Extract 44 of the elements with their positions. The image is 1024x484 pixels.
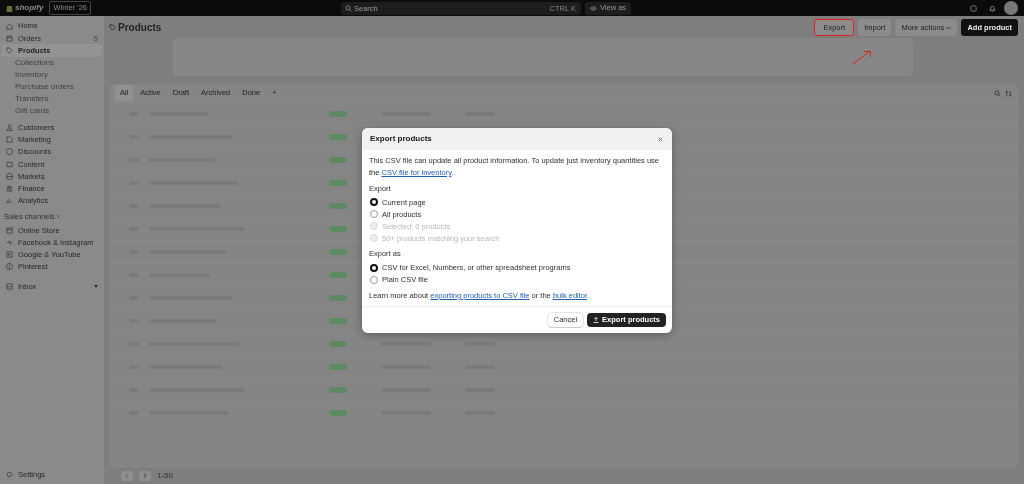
radio-button[interactable]	[370, 263, 378, 272]
nav-subitem[interactable]: Purchase orders	[0, 80, 104, 94]
close-icon[interactable]	[657, 135, 664, 143]
store-icon[interactable]	[970, 4, 977, 12]
chevron-right-icon	[143, 473, 147, 479]
search-icon[interactable]	[994, 89, 1001, 97]
image-frame-icon	[6, 160, 13, 168]
radio-button[interactable]	[370, 198, 378, 207]
badge-icon	[6, 148, 13, 156]
settings-icon	[6, 471, 13, 479]
globe-icon	[6, 172, 13, 180]
inbox-tray-icon	[6, 34, 13, 42]
notification-bell-icon[interactable]	[989, 4, 996, 12]
nav-subitem[interactable]: Transfers	[0, 93, 104, 106]
inbox-icon	[6, 283, 13, 291]
tag-icon	[109, 23, 116, 31]
shopping-bag-icon	[6, 4, 13, 12]
chevron-down-icon	[946, 25, 952, 30]
bank-icon	[6, 185, 13, 193]
storefront-icon	[6, 226, 13, 234]
page-range: 1-50	[157, 470, 173, 482]
bar-chart-icon	[6, 197, 13, 205]
annotation-arrow	[852, 49, 872, 65]
avatar[interactable]	[1004, 1, 1018, 15]
tag-icon	[6, 46, 13, 54]
next-page-button[interactable]	[139, 471, 151, 481]
logo[interactable]: shopify	[15, 2, 44, 14]
caret-icon	[94, 285, 98, 289]
document-icon	[6, 136, 13, 144]
nav-subitem[interactable]: Gift cards	[0, 105, 104, 118]
person-icon	[6, 124, 13, 132]
search-icon	[345, 4, 352, 12]
upload-icon	[593, 317, 600, 323]
dialog-title: Export products	[370, 133, 432, 145]
nav-subitem[interactable]: Inventory	[0, 68, 104, 81]
nav-subitem[interactable]: Collections	[0, 56, 104, 69]
eye-icon	[590, 4, 597, 12]
radio-button[interactable]	[370, 210, 378, 219]
page-title: Products	[118, 20, 162, 35]
wave-icon	[6, 238, 13, 246]
sort-icon[interactable]	[1005, 89, 1012, 97]
radio-button[interactable]	[370, 275, 378, 284]
home-icon	[6, 22, 13, 30]
play-icon	[6, 251, 13, 259]
